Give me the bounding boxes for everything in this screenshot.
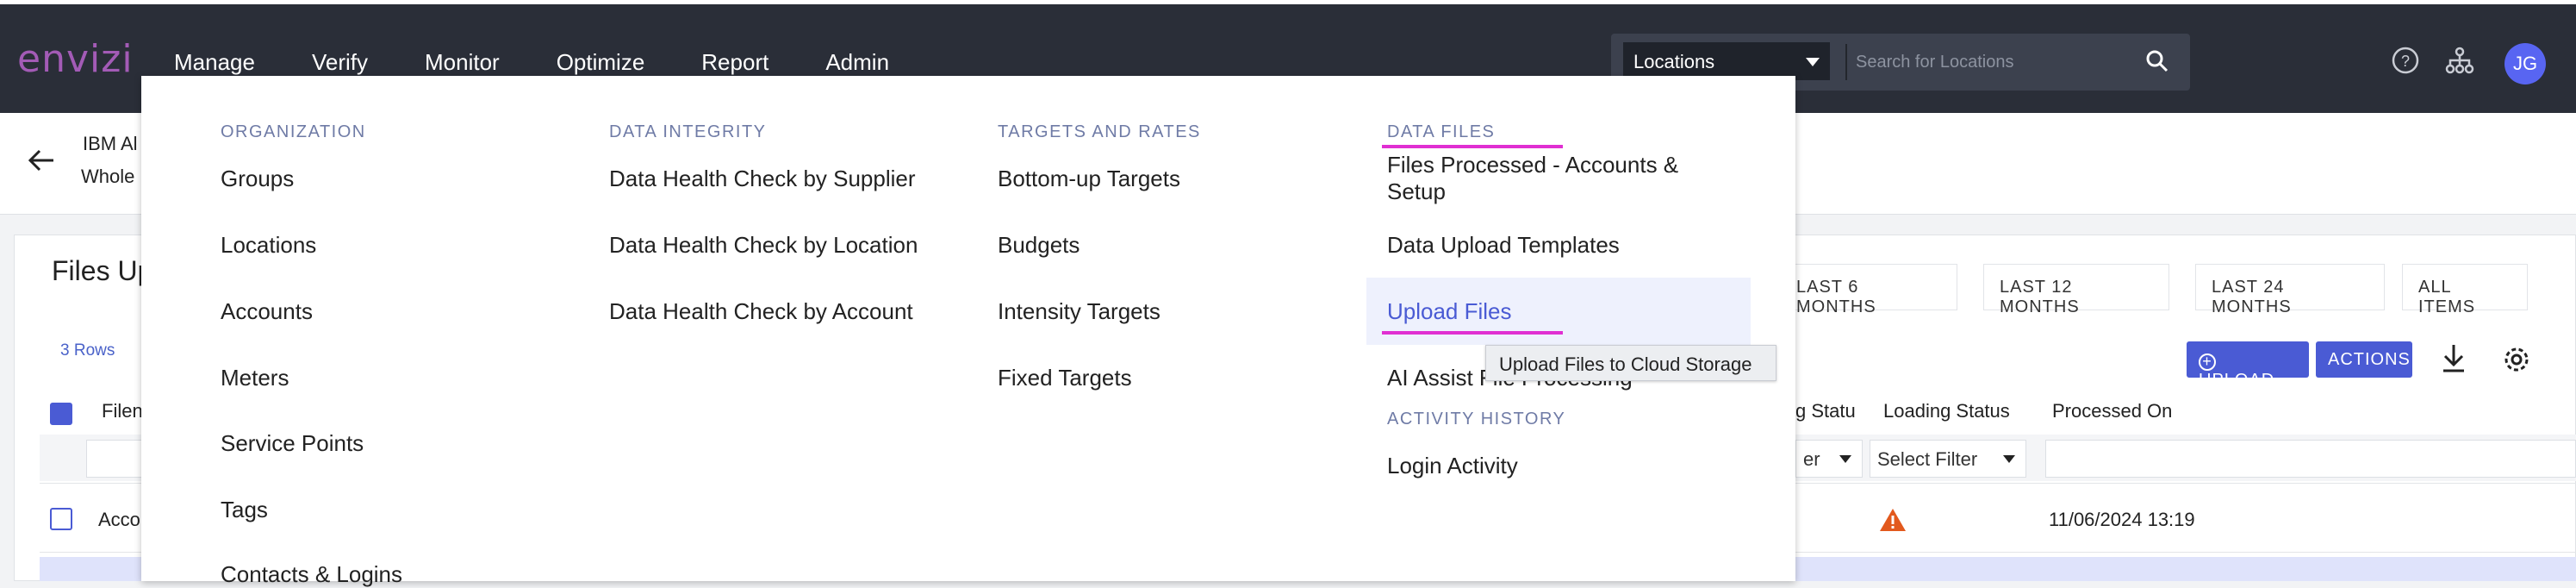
row-filename: Acco — [98, 509, 140, 530]
select-all-checkbox[interactable] — [50, 403, 72, 425]
loading-status-filter[interactable]: Select Filter — [1870, 440, 2026, 478]
row-processed-on: 11/06/2024 13:19 — [2049, 509, 2195, 530]
menu-section-data-files: DATA FILES — [1387, 122, 1496, 141]
nav-optimize[interactable]: Optimize — [557, 49, 645, 76]
download-icon[interactable] — [2440, 341, 2467, 376]
menu-item-contacts-logins[interactable]: Contacts & Logins — [221, 561, 402, 588]
menu-section-targets-rates: TARGETS AND RATES — [998, 122, 1201, 141]
menu-item-bottom-up-targets[interactable]: Bottom-up Targets — [998, 166, 1180, 192]
menu-item-files-processed-line2: Setup — [1387, 178, 1446, 204]
chevron-down-icon — [1806, 58, 1820, 66]
menu-item-intensity-targets[interactable]: Intensity Targets — [998, 298, 1160, 325]
menu-item-groups[interactable]: Groups — [221, 166, 294, 192]
menu-item-health-check-supplier[interactable]: Data Health Check by Supplier — [609, 166, 916, 192]
loading-status-filter-label: Select Filter — [1877, 448, 1978, 470]
menu-item-meters[interactable]: Meters — [221, 365, 289, 391]
help-icon[interactable]: ? — [2391, 46, 2420, 75]
add-circle-icon: + — [2199, 353, 2216, 371]
menu-section-data-integrity: DATA INTEGRITY — [609, 122, 767, 141]
breadcrumb-line-1[interactable]: IBM Al — [83, 133, 138, 155]
menu-item-fixed-targets[interactable]: Fixed Targets — [998, 365, 1132, 391]
page-title: Files Up — [52, 255, 153, 286]
nav-admin[interactable]: Admin — [825, 49, 889, 76]
hierarchy-icon[interactable] — [2445, 46, 2474, 75]
svg-text:?: ? — [2401, 53, 2410, 70]
column-header-processed-on[interactable]: Processed On — [2052, 400, 2172, 422]
menu-section-organization: ORGANIZATION — [221, 122, 366, 141]
filter-all-items[interactable]: ALL ITEMS — [2402, 264, 2528, 316]
menu-item-accounts[interactable]: Accounts — [221, 298, 313, 325]
chevron-down-icon — [1839, 455, 1851, 463]
filter-last-24-months[interactable]: LAST 24 MONTHS — [2195, 264, 2385, 316]
column-header-processing-status[interactable]: g Statu — [1795, 400, 1856, 422]
search-icon[interactable] — [2145, 49, 2169, 73]
chevron-down-icon — [2003, 455, 2015, 463]
search-scope-label: Locations — [1633, 51, 1715, 72]
menu-item-login-activity[interactable]: Login Activity — [1387, 453, 1518, 479]
column-header-filename[interactable]: Filen — [102, 400, 143, 422]
menu-item-upload-files[interactable]: Upload Files — [1387, 298, 1512, 325]
upload-button[interactable]: + UPLOAD — [2187, 341, 2309, 390]
menu-item-health-check-location[interactable]: Data Health Check by Location — [609, 232, 918, 259]
menu-item-locations[interactable]: Locations — [221, 232, 316, 259]
upload-button-label: UPLOAD — [2199, 371, 2275, 390]
menu-item-service-points[interactable]: Service Points — [221, 430, 364, 457]
search-divider — [1845, 44, 1847, 80]
column-header-loading-status[interactable]: Loading Status — [1883, 400, 2010, 422]
manage-mega-menu: ORGANIZATION Groups Locations Accounts M… — [141, 76, 1795, 587]
menu-item-budgets[interactable]: Budgets — [998, 232, 1080, 259]
filter-last-6-months[interactable]: LAST 6 MONTHS — [1780, 264, 1957, 316]
back-arrow-icon[interactable] — [28, 148, 55, 172]
user-avatar[interactable]: JG — [2504, 43, 2546, 84]
processing-status-filter-label: er — [1803, 448, 1820, 470]
menu-section-activity-history: ACTIVITY HISTORY — [1387, 410, 1566, 428]
nav-manage[interactable]: Manage — [174, 49, 255, 76]
envizi-logo[interactable]: envizi — [17, 37, 134, 81]
rows-count: 3 Rows — [60, 341, 115, 360]
gear-icon[interactable] — [2502, 345, 2531, 374]
upload-files-tooltip: Upload Files to Cloud Storage — [1485, 345, 1776, 381]
menu-item-data-upload-templates[interactable]: Data Upload Templates — [1387, 232, 1620, 259]
menu-item-tags[interactable]: Tags — [221, 497, 268, 523]
data-files-underline — [1382, 145, 1563, 148]
filter-last-12-months[interactable]: LAST 12 MONTHS — [1983, 264, 2169, 316]
warning-icon — [1880, 509, 1906, 531]
actions-button[interactable]: ACTIONS — [2316, 341, 2412, 378]
breadcrumb-line-2: Whole — [81, 166, 135, 187]
row-checkbox[interactable] — [50, 508, 72, 530]
menu-item-files-processed-line1: Files Processed - Accounts & — [1387, 152, 1679, 178]
menu-item-health-check-account[interactable]: Data Health Check by Account — [609, 298, 913, 325]
main-nav: Manage Verify Monitor Optimize Report Ad… — [174, 49, 946, 76]
search-input[interactable] — [1856, 44, 2140, 80]
nav-verify[interactable]: Verify — [312, 49, 368, 76]
processing-status-filter[interactable]: er — [1795, 440, 1863, 478]
search-scope-select[interactable]: Locations — [1623, 42, 1830, 80]
processed-on-filter[interactable] — [2045, 440, 2576, 478]
upload-files-underline — [1382, 331, 1563, 335]
nav-monitor[interactable]: Monitor — [425, 49, 500, 76]
nav-report[interactable]: Report — [701, 49, 768, 76]
